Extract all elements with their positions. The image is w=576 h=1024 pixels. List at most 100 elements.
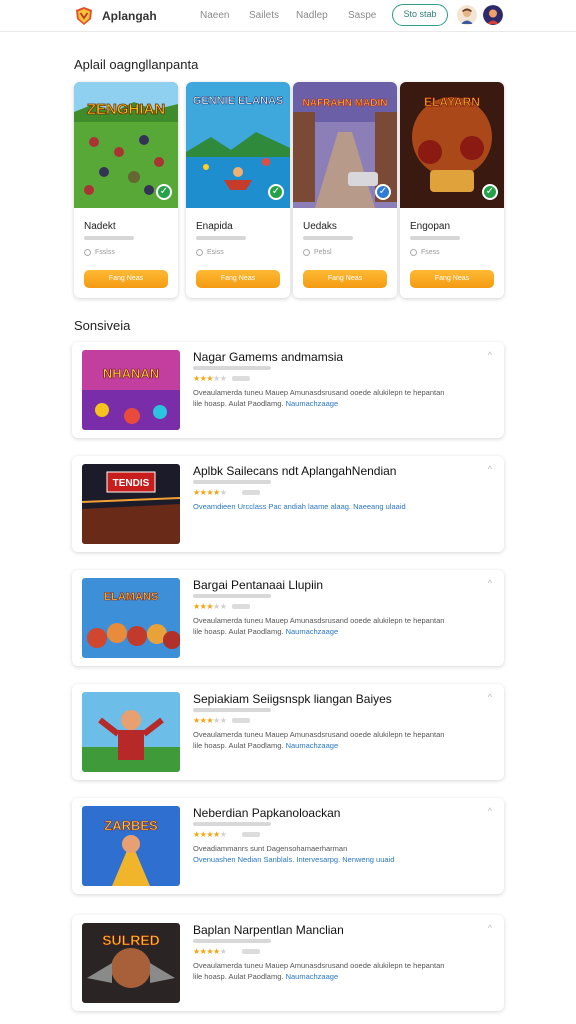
play-button[interactable]: Fang Neas — [303, 270, 387, 288]
avatar[interactable] — [483, 5, 503, 25]
nav-item-3[interactable]: Nadlep — [296, 10, 328, 21]
game-thumbnail: ZARBES — [82, 806, 180, 886]
game-art-title: ELAYARN — [424, 95, 480, 109]
avatar[interactable] — [457, 5, 477, 25]
check-icon: ✓ — [268, 184, 284, 200]
chevron-up-icon[interactable]: ^ — [488, 464, 492, 474]
game-title[interactable]: Sepiakiam Seiigsnspk liangan Baiyes — [193, 692, 392, 706]
game-description: Oveaulamerda tuneu Mauep Amunasdsrusand … — [193, 388, 445, 408]
game-description: Oveaulamerda tuneu Mauep Amunasdsrusand … — [193, 961, 445, 981]
game-title: Nadekt — [84, 221, 116, 232]
game-thumbnail: ELAMANS — [82, 578, 180, 658]
game-art-title: NHANAN — [103, 366, 159, 381]
star-rating: ★★★★★ — [193, 488, 227, 497]
meta-bar — [193, 480, 271, 484]
rating-count — [242, 949, 260, 954]
list-item[interactable]: NHANAN Nagar Gamems andmamsia ★★★★★ Ovea… — [72, 342, 504, 438]
rating-count — [242, 832, 260, 837]
nav-item-1[interactable]: Naeen — [200, 10, 229, 21]
game-thumbnail: BEAR — [82, 692, 180, 772]
more-link[interactable]: Naumachzaage — [286, 741, 339, 750]
game-art-title: SULRED — [102, 932, 160, 948]
tag-label: Fsess — [421, 249, 440, 256]
game-description: Oveaulamerda tuneu Mauep Amunasdsrusand … — [193, 616, 445, 636]
list-item[interactable]: ZARBES Neberdian Papkanoloackan ★★★★★ Ov… — [72, 798, 504, 894]
more-link[interactable]: Naumachzaage — [286, 972, 339, 981]
game-title: Enapida — [196, 221, 233, 232]
list-item[interactable]: TENDIS Aplbk Sailecans ndt AplangahNendi… — [72, 456, 504, 552]
rating-count — [232, 604, 250, 609]
more-link[interactable]: Naumachzaage — [286, 399, 339, 408]
more-link[interactable]: Naeeang ulaaid — [353, 502, 406, 511]
tag-label: Pebsl — [314, 249, 332, 256]
meta-bar — [303, 236, 353, 240]
check-icon: ✓ — [156, 184, 172, 200]
play-button[interactable]: Fang Neas — [196, 270, 280, 288]
more-link[interactable]: Naumachzaage — [286, 627, 339, 636]
meta-bar — [193, 939, 271, 943]
featured-game-card[interactable]: ELAYARN ✓ Engopan Fsess Fang Neas — [400, 82, 504, 298]
nav-item-2[interactable]: Sailets — [249, 10, 279, 21]
radio-option[interactable] — [303, 249, 310, 256]
meta-bar — [193, 594, 271, 598]
game-title[interactable]: Aplbk Sailecans ndt AplangahNendian — [193, 464, 396, 478]
chevron-up-icon[interactable]: ^ — [488, 350, 492, 360]
game-thumbnail: NHANAN — [82, 350, 180, 430]
rating-count — [242, 490, 260, 495]
game-art-title: ZENGHIAN — [87, 101, 165, 118]
header-action-button[interactable]: Sto stab — [392, 4, 448, 26]
featured-game-card[interactable]: GENNIE ELANAS ✓ Enapida Esiss Fang Neas — [186, 82, 290, 298]
meta-bar — [84, 236, 134, 240]
nav-item-4[interactable]: Saspe — [348, 10, 376, 21]
featured-game-card[interactable]: ZENGHIAN ✓ Nadekt Fsslss Fang Neas — [74, 82, 178, 298]
top-header: Aplangah Naeen Sailets Nadlep Saspe Sto … — [0, 0, 576, 32]
radio-option[interactable] — [410, 249, 417, 256]
tag-label: Esiss — [207, 249, 224, 256]
shield-logo-icon[interactable] — [74, 6, 94, 26]
rating-count — [232, 376, 250, 381]
game-art-title: TENDIS — [113, 478, 150, 489]
list-item[interactable]: SULRED Baplan Narpentlan Manclian ★★★★★ … — [72, 915, 504, 1011]
more-link[interactable]: Ovenuashen Nedian Sanblals. Intervesarpg… — [193, 855, 394, 864]
list-section-title: Sonsiveia — [74, 318, 131, 333]
radio-option[interactable] — [196, 249, 203, 256]
radio-option[interactable] — [84, 249, 91, 256]
game-thumbnail: TENDIS — [82, 464, 180, 544]
meta-bar — [196, 236, 246, 240]
star-rating: ★★★★★ — [193, 374, 227, 383]
featured-game-card[interactable]: NAFRAHN MADIN ✓ Uedaks Pebsl Fang Neas — [293, 82, 397, 298]
chevron-up-icon[interactable]: ^ — [488, 692, 492, 702]
chevron-up-icon[interactable]: ^ — [488, 578, 492, 588]
list-item[interactable]: BEAR Sepiakiam Seiigsnspk liangan Baiyes… — [72, 684, 504, 780]
game-description: Oveamdieen Urcclass Pac andiah laame ala… — [193, 502, 406, 511]
play-button[interactable]: Fang Neas — [84, 270, 168, 288]
game-art-title: ZARBES — [104, 818, 158, 833]
play-button[interactable]: Fang Neas — [410, 270, 494, 288]
star-rating: ★★★★★ — [193, 830, 227, 839]
list-item[interactable]: ELAMANS Bargai Pentanaai Llupiin ★★★★★ O… — [72, 570, 504, 666]
check-icon: ✓ — [375, 184, 391, 200]
game-description: Oveadiammanrs sunt Dagensohamaerharman Ov… — [193, 844, 395, 864]
meta-bar — [410, 236, 460, 240]
check-icon: ✓ — [482, 184, 498, 200]
game-title[interactable]: Baplan Narpentlan Manclian — [193, 923, 344, 937]
game-thumbnail: SULRED — [82, 923, 180, 1003]
game-title[interactable]: Nagar Gamems andmamsia — [193, 350, 343, 364]
meta-bar — [193, 822, 271, 826]
meta-bar — [193, 366, 271, 370]
star-rating: ★★★★★ — [193, 947, 227, 956]
brand-name[interactable]: Aplangah — [102, 9, 157, 23]
meta-bar — [193, 708, 271, 712]
game-description: Oveaulamerda tuneu Mauep Amunasdsrusand … — [193, 730, 445, 750]
star-rating: ★★★★★ — [193, 602, 227, 611]
game-title: Uedaks — [303, 221, 337, 232]
game-title: Engopan — [410, 221, 451, 232]
game-title[interactable]: Neberdian Papkanoloackan — [193, 806, 340, 820]
game-art-title: NAFRAHN MADIN — [303, 98, 388, 109]
game-title[interactable]: Bargai Pentanaai Llupiin — [193, 578, 323, 592]
rating-count — [232, 718, 250, 723]
chevron-up-icon[interactable]: ^ — [488, 923, 492, 933]
game-art-title: GENNIE ELANAS — [193, 95, 283, 107]
chevron-up-icon[interactable]: ^ — [488, 806, 492, 816]
featured-section-title: Aplail oagngllanpanta — [74, 57, 199, 72]
